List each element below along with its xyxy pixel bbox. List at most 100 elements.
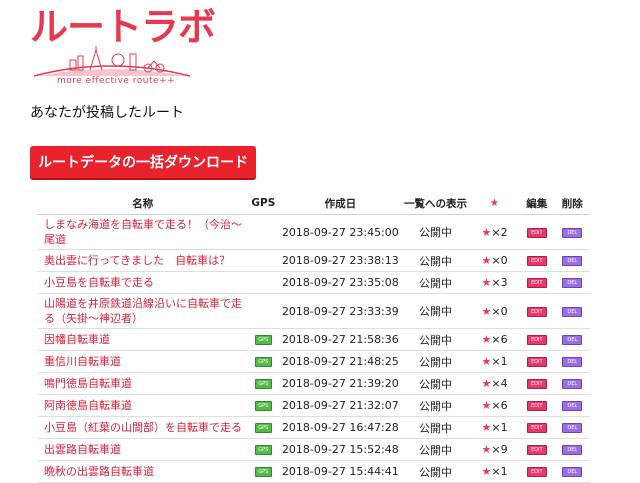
delete-button[interactable]: DEL	[562, 306, 583, 317]
star-icon: ★	[481, 465, 492, 478]
star-count: ×1	[491, 355, 508, 368]
gps-cell: GPS	[247, 328, 280, 351]
delete-button[interactable]: DEL	[562, 379, 583, 389]
delete-cell: DEL	[554, 438, 590, 461]
table-row: 出雲路自転車道 GPS 2018-09-27 15:52:48 公開中 ★×9 EDIT D…	[38, 438, 590, 461]
delete-button[interactable]: DEL	[562, 278, 583, 288]
site-logo[interactable]: ルートラボ more effective route++	[30, 6, 216, 90]
edit-cell: EDIT	[519, 214, 555, 250]
star-count: ×3	[491, 276, 508, 289]
edit-button[interactable]: EDIT	[526, 401, 547, 411]
header-delete: 削除	[554, 192, 590, 215]
edit-cell: EDIT	[519, 350, 555, 373]
edit-button[interactable]: EDIT	[526, 335, 547, 345]
gps-cell	[247, 293, 280, 329]
delete-cell: DEL	[554, 214, 590, 250]
route-stars: ★×1	[469, 350, 520, 373]
star-icon: ★	[481, 225, 492, 239]
star-icon: ★	[481, 333, 492, 346]
edit-cell: EDIT	[519, 372, 555, 395]
gps-cell: GPS	[247, 460, 280, 483]
route-name-link[interactable]: 重信川自転車道	[38, 350, 248, 373]
delete-cell: DEL	[554, 394, 590, 417]
delete-button[interactable]: DEL	[562, 256, 583, 266]
route-status: 公開中	[401, 214, 470, 250]
route-table: 名称 GPS 作成日 一覧への表示 ★ 編集 削除 しまなみ海道を自転車で走る！…	[38, 192, 590, 483]
route-status: 公開中	[401, 438, 470, 461]
route-name-link[interactable]: 出雲路自転車道	[38, 438, 248, 461]
delete-cell: DEL	[554, 328, 590, 351]
route-name-link[interactable]: 小豆島（紅葉の山間部）を自転車で走る	[38, 416, 248, 439]
route-status: 公開中	[401, 293, 470, 329]
route-stars: ★×4	[469, 372, 520, 395]
delete-button[interactable]: DEL	[562, 335, 583, 345]
route-status: 公開中	[401, 328, 470, 351]
edit-button[interactable]: EDIT	[526, 467, 547, 477]
gps-badge-icon[interactable]: GPS	[254, 423, 272, 433]
edit-button[interactable]: EDIT	[526, 379, 547, 389]
header-star-icon: ★	[469, 192, 520, 215]
header-status: 一覧への表示	[401, 192, 470, 215]
gps-cell: GPS	[247, 416, 280, 439]
gps-badge-icon[interactable]: GPS	[254, 401, 272, 411]
edit-cell: EDIT	[519, 328, 555, 351]
edit-button[interactable]: EDIT	[526, 256, 547, 266]
route-name-link[interactable]: 晩秋の出雲路自転車道	[38, 460, 248, 483]
route-stars: ★×3	[469, 271, 520, 294]
edit-button[interactable]: EDIT	[526, 357, 547, 367]
logo-tagline: more effective route++	[57, 76, 176, 86]
delete-button[interactable]: DEL	[562, 227, 583, 238]
edit-button[interactable]: EDIT	[526, 306, 547, 317]
route-name-link[interactable]: 因幡自転車道	[38, 328, 248, 351]
route-stars: ★×6	[469, 328, 520, 351]
edit-button[interactable]: EDIT	[526, 227, 547, 238]
route-date: 2018-09-27 23:38:13	[279, 249, 402, 272]
delete-button[interactable]: DEL	[562, 467, 583, 477]
table-row: 奥出雲に行ってきました 自転車は？ 2018-09-27 23:38:13 公開中 ★…	[38, 249, 590, 272]
bulk-download-button[interactable]: ルートデータの一括ダウンロード	[30, 146, 256, 178]
route-date: 2018-09-27 15:44:41	[279, 460, 402, 483]
header-edit: 編集	[519, 192, 555, 215]
delete-button[interactable]: DEL	[562, 357, 583, 367]
header-date: 作成日	[279, 192, 402, 215]
gps-cell	[247, 271, 280, 294]
gps-badge-icon[interactable]: GPS	[254, 379, 272, 389]
delete-cell: DEL	[554, 416, 590, 439]
star-count: ×6	[491, 333, 508, 346]
edit-button[interactable]: EDIT	[526, 278, 547, 288]
edit-cell: EDIT	[519, 460, 555, 483]
route-name-link[interactable]: しまなみ海道を自転車で走る！（今治～尾道	[38, 214, 248, 250]
edit-button[interactable]: EDIT	[526, 445, 547, 455]
delete-button[interactable]: DEL	[562, 423, 583, 433]
star-count: ×6	[491, 399, 508, 412]
gps-cell	[247, 249, 280, 272]
gps-badge-icon[interactable]: GPS	[254, 467, 272, 477]
route-name-link[interactable]: 奥出雲に行ってきました 自転車は？	[38, 249, 248, 272]
route-date: 2018-09-27 21:48:25	[279, 350, 402, 373]
route-status: 公開中	[401, 350, 470, 373]
edit-button[interactable]: EDIT	[526, 423, 547, 433]
route-name-link[interactable]: 阿南徳島自転車道	[38, 394, 248, 417]
table-row: 因幡自転車道 GPS 2018-09-27 21:58:36 公開中 ★×6 EDIT DE…	[38, 328, 590, 351]
delete-cell: DEL	[554, 372, 590, 395]
table-row: 山陽道を井原鉄道沿線沿いに自転車で走る（矢掛～神辺者） 2018-09-27 23…	[38, 293, 590, 329]
gps-badge-icon[interactable]: GPS	[254, 335, 272, 345]
star-icon: ★	[481, 355, 492, 368]
star-icon: ★	[481, 254, 492, 267]
star-count: ×1	[491, 465, 508, 478]
route-name-link[interactable]: 鳴門徳島自転車道	[38, 372, 248, 395]
edit-cell: EDIT	[519, 394, 555, 417]
route-date: 2018-09-27 21:39:20	[279, 372, 402, 395]
gps-cell: GPS	[247, 394, 280, 417]
gps-badge-icon[interactable]: GPS	[254, 445, 272, 455]
route-name-link[interactable]: 小豆島を自転車で走る	[38, 271, 248, 294]
delete-button[interactable]: DEL	[562, 445, 583, 455]
table-row: 阿南徳島自転車道 GPS 2018-09-27 21:32:07 公開中 ★×6 EDIT…	[38, 394, 590, 417]
gps-badge-icon[interactable]: GPS	[254, 357, 272, 367]
route-name-link[interactable]: 山陽道を井原鉄道沿線沿いに自転車で走る（矢掛～神辺者）	[38, 293, 248, 329]
delete-cell: DEL	[554, 460, 590, 483]
route-status: 公開中	[401, 249, 470, 272]
edit-cell: EDIT	[519, 293, 555, 329]
route-status: 公開中	[401, 372, 470, 395]
delete-button[interactable]: DEL	[562, 401, 583, 411]
